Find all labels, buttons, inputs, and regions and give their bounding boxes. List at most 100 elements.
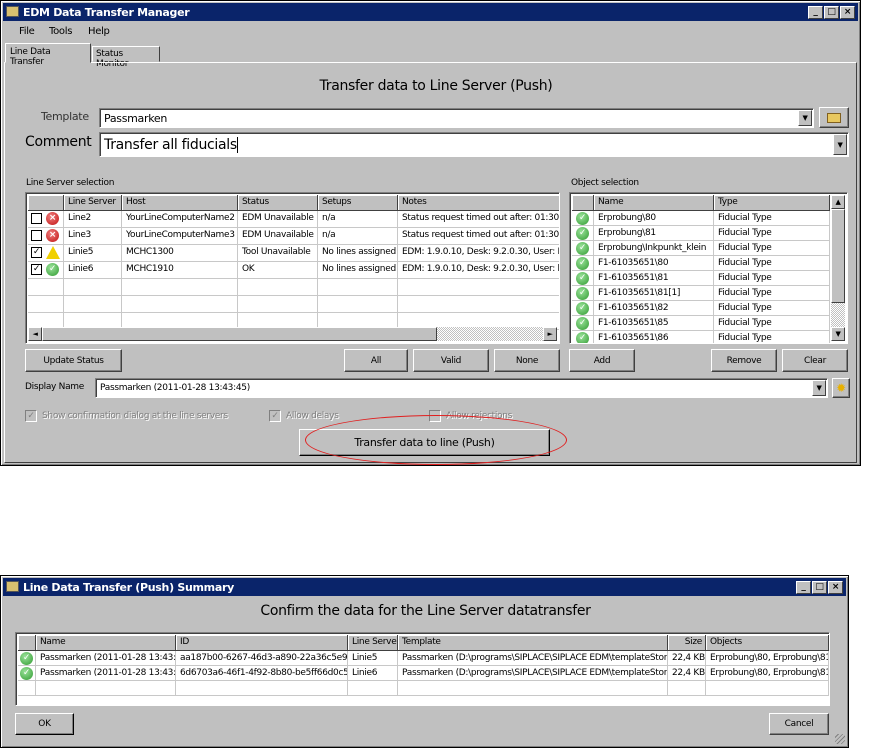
cell-type: Fiducial Type [714,241,830,256]
chevron-down-icon[interactable]: ▼ [812,380,826,396]
grid-header-objects[interactable]: Objects [706,635,829,651]
ok-check-icon: ✓ [576,317,589,330]
row-checkbox[interactable]: ✓ [31,247,42,258]
cell-type: Fiducial Type [714,286,830,301]
cell-select: ✓ ✓ [28,262,64,279]
close-button[interactable]: × [828,581,843,594]
select-all-button[interactable]: All [344,349,408,372]
grid-header-notes[interactable]: Notes [398,195,559,211]
scroll-thumb[interactable] [42,327,437,341]
ok-check-icon: ✓ [576,287,589,300]
tab-line-data-transfer[interactable]: Line Data Transfer [5,43,91,67]
cell-status [238,296,318,313]
tab-status-monitor[interactable]: Status Monitor [92,46,160,69]
grid-header-line-server[interactable]: Line Server [348,635,398,651]
ok-check-icon: ✓ [20,652,33,665]
comment-label: Comment [25,134,92,150]
minimize-button[interactable]: _ [808,6,823,19]
update-status-button[interactable]: Update Status [25,349,122,372]
grid-header-host[interactable]: Host [122,195,238,211]
select-none-button[interactable]: None [494,349,560,372]
transfer-push-button[interactable]: Transfer data to line (Push) [299,429,550,456]
window-title: EDM Data Transfer Manager [23,5,190,19]
scroll-up-button[interactable]: ▲ [831,195,845,209]
display-name-label: Display Name [25,382,84,392]
cell-line: Linie5 [64,245,122,262]
display-name-input[interactable]: Passmarken (2011-01-28 13:43:45) ▼ [95,378,828,398]
cell-icon: ✓ [572,241,594,256]
remove-button[interactable]: Remove [711,349,777,372]
grid-header-type[interactable]: Type [714,195,830,211]
scroll-left-button[interactable]: ◄ [28,327,42,341]
line-server-section-label: Line Server selection [26,178,115,188]
cell-line [64,296,122,313]
open-folder-button[interactable] [819,107,849,128]
vertical-scrollbar[interactable]: ▲ ▼ [831,195,845,341]
cell-line [64,279,122,296]
grid-header-size[interactable]: Size [668,635,706,651]
cell-icon [18,681,36,696]
page-heading: Transfer data to Line Server (Push) [319,78,553,94]
template-select[interactable]: Passmarken ▼ [99,108,814,128]
cell-id [176,681,348,696]
chevron-down-icon[interactable]: ▼ [833,134,847,155]
comment-value: Transfer all fiducials [104,136,237,153]
grid-header-name[interactable]: Name [594,195,714,211]
menu-tools[interactable]: Tools [49,26,72,37]
maximize-button[interactable]: □ [824,6,839,19]
cell-host: YourLineComputerName2 [122,211,238,228]
star-icon: ✹ [836,381,846,395]
grid-header-setups[interactable]: Setups [318,195,398,211]
row-checkbox[interactable]: ✓ [31,264,42,275]
resize-grip-icon[interactable] [835,734,845,744]
cell-type: Fiducial Type [714,256,830,271]
minimize-button[interactable]: _ [796,581,811,594]
clear-button[interactable]: Clear [782,349,848,372]
menu-file[interactable]: File [19,26,35,37]
cancel-button[interactable]: Cancel [769,713,829,735]
comment-input[interactable]: Transfer all fiducials ▼ [99,132,849,157]
allow-rejections-checkbox[interactable] [429,410,441,422]
add-button[interactable]: Add [569,349,635,372]
confirmation-dialog-checkbox[interactable]: ✓ [25,410,37,422]
summary-window: Line Data Transfer (Push) Summary _ □ × Co… [0,575,849,748]
row-checkbox[interactable] [31,230,42,241]
cell-template: Passmarken (D:\programs\SIPLACE\SIPLACE … [398,651,668,666]
template-value: Passmarken [104,111,168,125]
menu-help[interactable]: Help [88,26,110,37]
folder-icon [827,112,841,123]
grid-header-status[interactable]: Status [238,195,318,211]
ok-button[interactable]: OK [15,713,74,735]
horizontal-scrollbar[interactable]: ◄ ► [28,327,557,341]
scroll-down-button[interactable]: ▼ [831,327,845,341]
scroll-thumb[interactable] [831,209,845,303]
select-valid-button[interactable]: Valid [413,349,489,372]
grid-header-template[interactable]: Template [398,635,668,651]
cell-icon: ✓ [572,331,594,343]
cell-name: F1-61035651\82 [594,301,714,316]
cell-line: Linie5 [348,651,398,666]
maximize-button[interactable]: □ [812,581,827,594]
app-icon [6,6,19,17]
title-bar: Line Data Transfer (Push) Summary _ □ × [3,578,846,596]
cell-icon: ✓ [572,256,594,271]
row-checkbox[interactable] [31,213,42,224]
cell-notes: Status request timed out after: 01:30 [398,228,559,245]
cell-line: Line3 [64,228,122,245]
warning-icon [46,246,60,259]
cell-name: Passmarken (2011-01-28 13:43:45) [36,666,176,681]
grid-header-line-server[interactable]: Line Server [64,195,122,211]
grid-header-select [28,195,64,211]
cell-select: × [28,228,64,245]
scroll-right-button[interactable]: ► [543,327,557,341]
close-button[interactable]: × [840,6,855,19]
chevron-down-icon[interactable]: ▼ [798,110,812,126]
cell-host [122,279,238,296]
cell-select: × [28,211,64,228]
cell-name: Erprobung\Inkpunkt_klein [594,241,714,256]
allow-delays-checkbox[interactable]: ✓ [269,410,281,422]
grid-header-name[interactable]: Name [36,635,176,651]
generate-name-button[interactable]: ✹ [832,378,850,398]
cell-type: Fiducial Type [714,226,830,241]
grid-header-id[interactable]: ID [176,635,348,651]
